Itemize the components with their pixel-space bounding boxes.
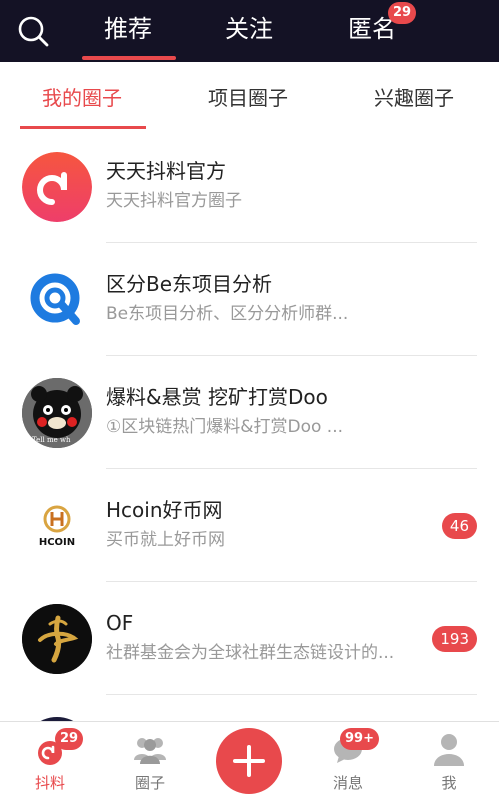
circle-subtitle: Be东项目分析、区分分析师群... [106,304,349,324]
circle-title: 爆料&悬赏 挖矿打赏Doo [106,385,328,409]
user-icon [434,734,464,766]
tab-recommend[interactable]: 推荐 [104,14,152,44]
circle-subtitle: ①区块链热门爆料&打赏Doo ... [106,417,344,437]
nav-label: 抖料 [34,774,65,792]
nav-circles[interactable]: 圈子 [110,722,190,802]
bottom-nav: 29 抖料 圈子 99+ 消息 我 [0,721,499,802]
subtab-project-circles[interactable]: 项目圈子 [208,84,288,112]
top-bar: 推荐 关注 匿名 29 [0,0,499,62]
avatar: HCOIN [22,491,92,561]
add-post-button[interactable] [216,728,282,794]
unread-count: 46 [441,513,477,539]
nav-label: 圈子 [134,774,165,792]
list-item[interactable]: 天天抖料官方 天天抖料官方圈子 [0,130,499,243]
avatar: Tell me wh [22,378,92,448]
unread-count: 193 [432,626,477,652]
circle-subtitle: 买币就上好币网 [106,530,225,550]
plus-icon [233,745,265,777]
messages-badge: 99+ [340,728,379,750]
avatar [22,604,92,674]
sub-tabs: 我的圈子 项目圈子 兴趣圈子 [0,62,499,130]
list-item[interactable]: OF 社群基金会为全球社群生态链设计的... 193 [0,582,499,695]
list-item[interactable]: Tell me wh 爆料&悬赏 挖矿打赏Doo ①区块链热门爆料&打赏Doo … [0,356,499,469]
douliao-badge: 29 [55,728,84,750]
circle-title: 区分Be东项目分析 [106,272,273,296]
nav-me[interactable]: 我 [409,722,489,802]
circle-title: OF [106,611,134,635]
subtab-my-circles[interactable]: 我的圈子 [42,84,122,112]
circle-title: 天天抖料官方 [106,159,226,183]
tab-follow[interactable]: 关注 [225,14,273,44]
nav-messages[interactable]: 99+ 消息 [308,722,388,802]
subtab-indicator [20,126,146,129]
subtab-interest-circles[interactable]: 兴趣圈子 [374,84,454,112]
avatar [22,265,92,335]
circle-subtitle: 社群基金会为全球社群生态链设计的... [106,643,395,663]
nav-label: 消息 [332,774,363,792]
avatar [22,152,92,222]
nav-label: 我 [441,774,457,792]
tab-recommend-indicator [82,56,176,60]
circle-subtitle: 天天抖料官方圈子 [106,191,242,211]
anonymous-badge: 29 [388,2,417,24]
list-item[interactable]: 区分Be东项目分析 Be东项目分析、区分分析师群... [0,243,499,356]
avatar-text: Tell me wh [32,436,71,444]
search-icon[interactable] [16,14,50,48]
nav-douliao[interactable]: 29 抖料 [10,722,90,802]
group-icon [134,738,166,764]
circle-title: Hcoin好币网 [106,498,223,522]
avatar-text: HCOIN [39,537,75,548]
list-item[interactable]: HCOIN Hcoin好币网 买币就上好币网 46 [0,469,499,582]
